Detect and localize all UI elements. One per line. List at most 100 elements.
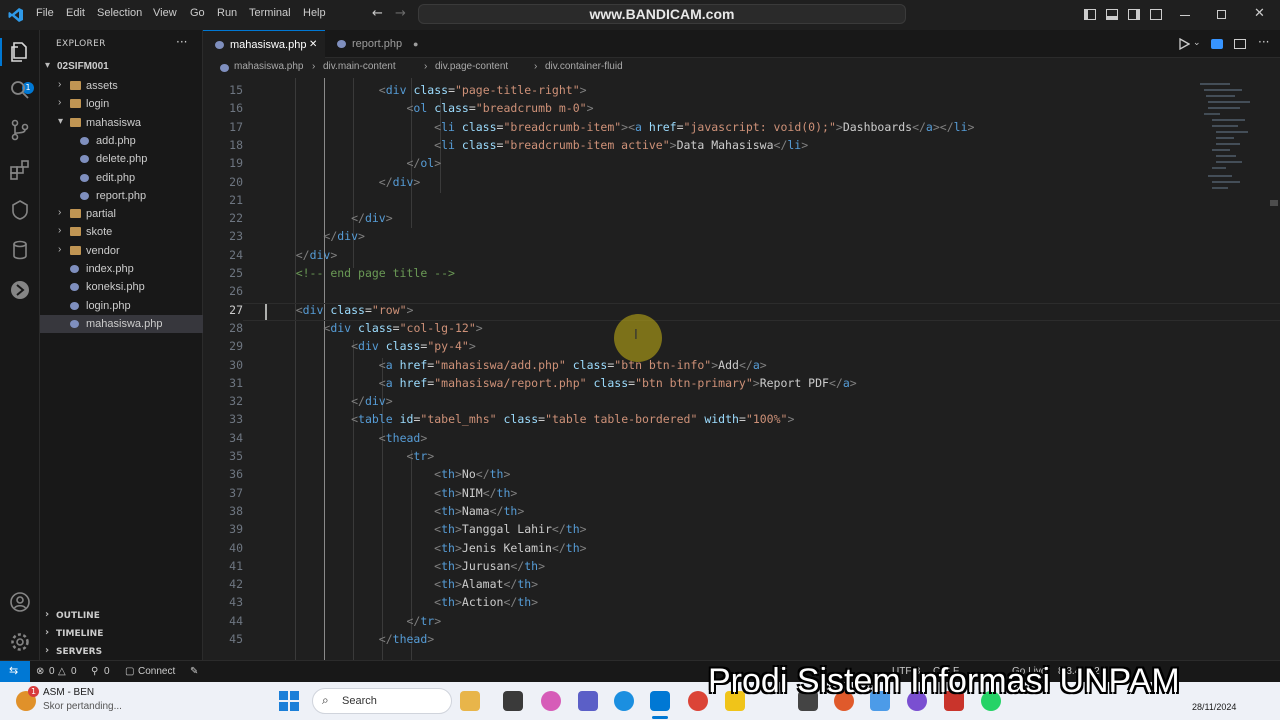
taskbar-search[interactable]: ⌕ Search (312, 688, 452, 714)
code-line[interactable]: <th>No</th> (268, 467, 510, 481)
menu-help[interactable]: Help (303, 7, 326, 19)
code-line[interactable]: <a href="mahasiswa/report.php" class="bt… (268, 376, 857, 390)
workspace-root[interactable]: ▾ 02SIFM001 (40, 58, 203, 76)
file-tree-item[interactable]: index.php (40, 260, 203, 278)
code-line[interactable]: <li class="breadcrumb-item"><a href="jav… (268, 120, 974, 134)
file-tree-item[interactable]: › vendor (40, 242, 203, 260)
menu-view[interactable]: View (153, 7, 177, 19)
gear-icon[interactable] (8, 630, 32, 654)
run-dropdown-icon[interactable]: ⌄ (1193, 38, 1201, 48)
windows-start-icon[interactable] (279, 691, 299, 711)
menu-go[interactable]: Go (190, 7, 205, 19)
breadcrumb-main-content[interactable]: div.main-content (323, 61, 396, 72)
extensions-icon[interactable] (8, 158, 32, 182)
search-icon[interactable] (8, 78, 32, 102)
menu-edit[interactable]: Edit (66, 7, 85, 19)
close-tab-icon[interactable]: ✕ (309, 39, 317, 50)
file-explorer-icon[interactable] (460, 691, 480, 711)
file-tree-item[interactable]: edit.php (40, 169, 203, 187)
remote-explorer-icon[interactable] (8, 278, 32, 302)
code-line[interactable]: </div> (268, 229, 365, 243)
code-line[interactable]: </tr> (268, 614, 441, 628)
code-line[interactable]: <!-- end page title --> (268, 266, 455, 280)
code-line[interactable]: <a href="mahasiswa/add.php" class="btn b… (268, 358, 767, 372)
code-editor[interactable]: 15 <div class="page-title-right"> 16 <ol … (203, 78, 1280, 660)
code-line[interactable]: </thead> (268, 632, 434, 646)
toggle-secondary-sidebar-icon[interactable] (1128, 9, 1140, 20)
widget-title[interactable]: ASM - BEN (43, 687, 94, 698)
code-line[interactable]: <th>Action</th> (268, 595, 538, 609)
code-line[interactable]: <th>Jenis Kelamin</th> (268, 541, 586, 555)
copilot-icon[interactable] (541, 691, 561, 711)
toggle-panel-icon[interactable] (1106, 9, 1118, 20)
forward-arrow-icon[interactable]: → (395, 6, 406, 21)
code-line[interactable]: <th>Tanggal Lahir</th> (268, 522, 586, 536)
code-line[interactable]: </div> (268, 394, 393, 408)
code-line[interactable]: <ol class="breadcrumb m-0"> (268, 101, 593, 115)
scrollbar-thumb[interactable] (1270, 200, 1278, 206)
file-tree-item[interactable]: › skote (40, 223, 203, 241)
code-line[interactable]: </div> (268, 211, 393, 225)
code-line[interactable]: <table id="tabel_mhs" class="table table… (268, 412, 794, 426)
terminal-icon[interactable] (503, 691, 523, 711)
ports-count[interactable]: 0 (104, 666, 110, 677)
connect-icon[interactable]: ▢ (125, 666, 134, 677)
menu-file[interactable]: File (36, 7, 54, 19)
timeline-section[interactable]: › TIMELINE (40, 625, 203, 643)
run-icon[interactable] (1178, 38, 1190, 50)
menu-run[interactable]: Run (217, 7, 237, 19)
connect-button[interactable]: Connect (138, 666, 175, 677)
breadcrumb-container-fluid[interactable]: div.container-fluid (545, 61, 623, 72)
tab-mahasiswa-php[interactable]: mahasiswa.php ✕ (203, 30, 325, 58)
file-tree-item[interactable]: › partial (40, 205, 203, 223)
split-editor-icon[interactable] (1234, 39, 1246, 49)
code-line[interactable]: <tr> (268, 449, 434, 463)
widget-subtitle[interactable]: Skor pertanding... (43, 701, 122, 712)
file-tree-item[interactable]: mahasiswa.php (40, 314, 203, 333)
edge-icon[interactable] (614, 691, 634, 711)
file-tree-item[interactable]: › assets (40, 77, 203, 95)
tab-more-actions-icon[interactable]: ··· (1258, 35, 1269, 49)
error-icon[interactable]: ⊗ (36, 666, 44, 677)
warning-count[interactable]: 0 (71, 666, 77, 677)
code-line[interactable]: <th>NIM</th> (268, 486, 517, 500)
command-center[interactable]: www.BANDICAM.com (418, 4, 906, 24)
minimize-icon[interactable] (1180, 15, 1190, 16)
more-actions-icon[interactable]: ··· (176, 35, 187, 49)
file-tree-item[interactable]: add.php (40, 132, 203, 150)
error-count[interactable]: 0 (49, 666, 55, 677)
code-line[interactable]: <div class="row"> (268, 303, 414, 317)
servers-section[interactable]: › SERVERS (40, 643, 203, 661)
code-line[interactable]: </div> (268, 175, 421, 189)
back-arrow-icon[interactable]: ← (372, 6, 383, 21)
file-tree-item[interactable]: report.php (40, 187, 203, 205)
ports-icon[interactable]: ⚲ (91, 666, 98, 677)
minimap[interactable] (1190, 78, 1260, 208)
warning-icon[interactable]: △ (58, 666, 66, 677)
source-control-icon[interactable] (8, 118, 32, 142)
unsaved-dot-icon[interactable]: ● (413, 39, 418, 49)
tab-report-php[interactable]: report.php ● (325, 30, 435, 58)
outline-section[interactable]: › OUTLINE (40, 607, 203, 625)
file-tree-item[interactable]: delete.php (40, 150, 203, 168)
menu-selection[interactable]: Selection (97, 7, 142, 19)
toggle-primary-sidebar-icon[interactable] (1084, 9, 1096, 20)
account-icon[interactable] (8, 590, 32, 614)
file-tree-item[interactable]: › login (40, 95, 203, 113)
code-line[interactable]: <div class="py-4"> (268, 339, 476, 353)
customize-layout-icon[interactable] (1150, 9, 1162, 20)
database-icon[interactable] (8, 238, 32, 262)
code-line[interactable]: </ol> (268, 156, 441, 170)
file-tree-item[interactable]: koneksi.php (40, 278, 203, 296)
code-line[interactable]: <th>Jurusan</th> (268, 559, 545, 573)
menu-terminal[interactable]: Terminal (249, 7, 291, 19)
feedback-icon[interactable]: ✎ (190, 666, 198, 677)
code-line[interactable]: <li class="breadcrumb-item active">Data … (268, 138, 808, 152)
breadcrumb-file[interactable]: mahasiswa.php (234, 61, 303, 72)
chrome-icon[interactable] (688, 691, 708, 711)
breadcrumb-page-content[interactable]: div.page-content (435, 61, 508, 72)
code-line[interactable]: <th>Nama</th> (268, 504, 524, 518)
file-tree-item[interactable]: login.php (40, 297, 203, 315)
files-icon[interactable] (8, 40, 32, 64)
close-window-icon[interactable]: ✕ (1254, 6, 1265, 21)
